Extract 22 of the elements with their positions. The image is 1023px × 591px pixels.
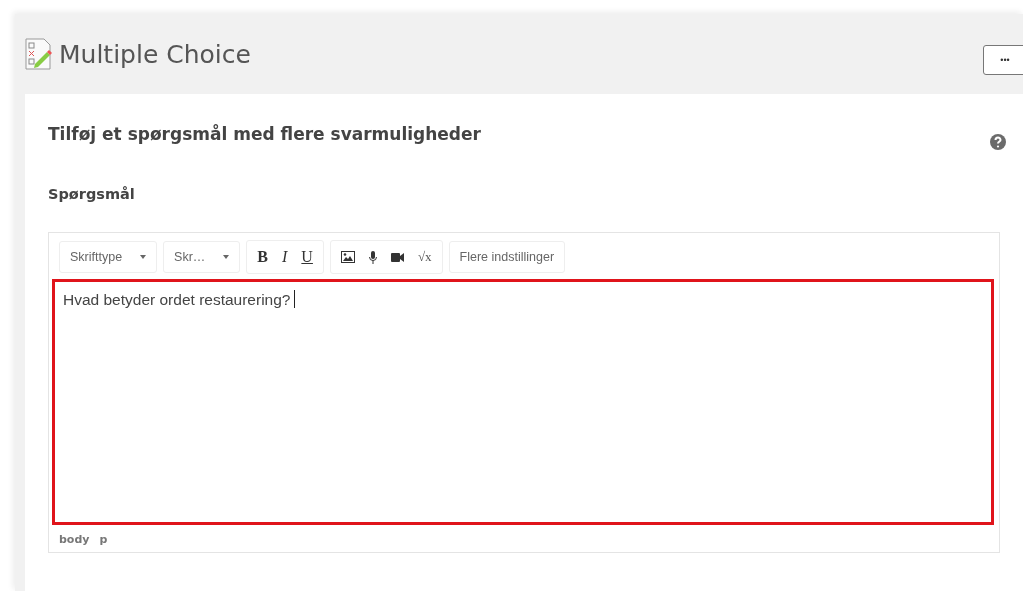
microphone-icon[interactable]	[368, 250, 377, 264]
question-input-field[interactable]: Hvad betyder ordet restaurering?	[52, 279, 994, 525]
checklist-pencil-icon	[25, 38, 53, 70]
text-cursor	[294, 290, 296, 308]
more-menu-button[interactable]: •••	[983, 45, 1023, 75]
dropdown-caret-icon	[223, 255, 230, 259]
dropdown-caret-icon	[140, 255, 147, 259]
image-icon[interactable]	[340, 251, 355, 263]
element-path-item[interactable]: p	[99, 533, 108, 546]
element-path-item[interactable]: body	[59, 533, 90, 546]
font-dropdown[interactable]: Skr…	[163, 241, 241, 273]
equation-button[interactable]: √x	[417, 249, 432, 265]
help-icon[interactable]	[990, 134, 1006, 150]
underline-button[interactable]: U	[301, 248, 313, 266]
bold-button[interactable]: B	[257, 248, 269, 266]
page-title: Multiple Choice	[59, 39, 251, 69]
font-dropdown[interactable]: Skrifttype	[59, 241, 158, 273]
italic-button[interactable]: I	[282, 248, 288, 266]
video-camera-icon[interactable]	[390, 252, 404, 262]
more-settings-button[interactable]: Flere indstillinger	[448, 241, 566, 273]
card-title: Tilføj et spørgsmål med flere svarmuligheder	[48, 124, 481, 144]
question-label: Spørgsmål	[48, 186, 135, 202]
